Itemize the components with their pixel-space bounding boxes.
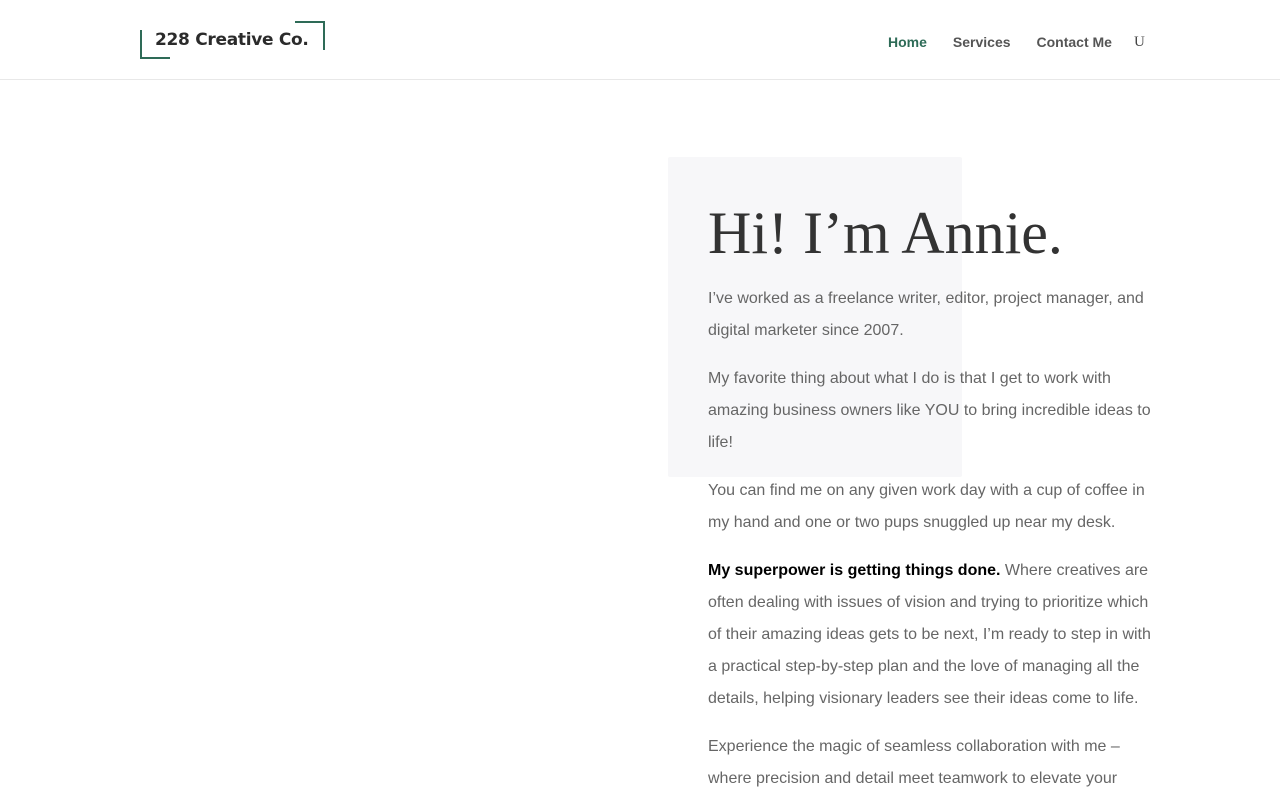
logo-text: 228 Creative Co. — [155, 30, 309, 50]
about-content: Hi! I’m Annie. I’ve worked as a freelanc… — [708, 194, 1158, 800]
about-paragraph-2: My favorite thing about what I do is tha… — [708, 370, 1151, 451]
logo[interactable]: 228 Creative Co. — [140, 21, 325, 59]
nav-item-home[interactable]: Home — [888, 34, 927, 50]
search-icon[interactable]: U — [1134, 34, 1145, 51]
nav-item-contact[interactable]: Contact Me — [1037, 34, 1112, 50]
superpower-paragraph: My superpower is getting things done. Wh… — [708, 555, 1158, 720]
about-paragraph-1: I’ve worked as a freelance writer, edito… — [708, 290, 1144, 339]
superpower-bold: My superpower is getting things done. — [708, 562, 1001, 579]
main-nav: Home Services Contact Me U — [888, 32, 1145, 51]
page-title: Hi! I’m Annie. — [708, 200, 1063, 266]
superpower-rest: Where creatives are often dealing with i… — [708, 562, 1151, 707]
about-paragraph-3: You can find me on any given work day wi… — [708, 482, 1145, 531]
site-header: 228 Creative Co. Home Services Contact M… — [0, 0, 1280, 80]
closing-paragraph: Experience the magic of seamless collabo… — [708, 738, 1120, 787]
nav-item-services[interactable]: Services — [953, 34, 1011, 50]
